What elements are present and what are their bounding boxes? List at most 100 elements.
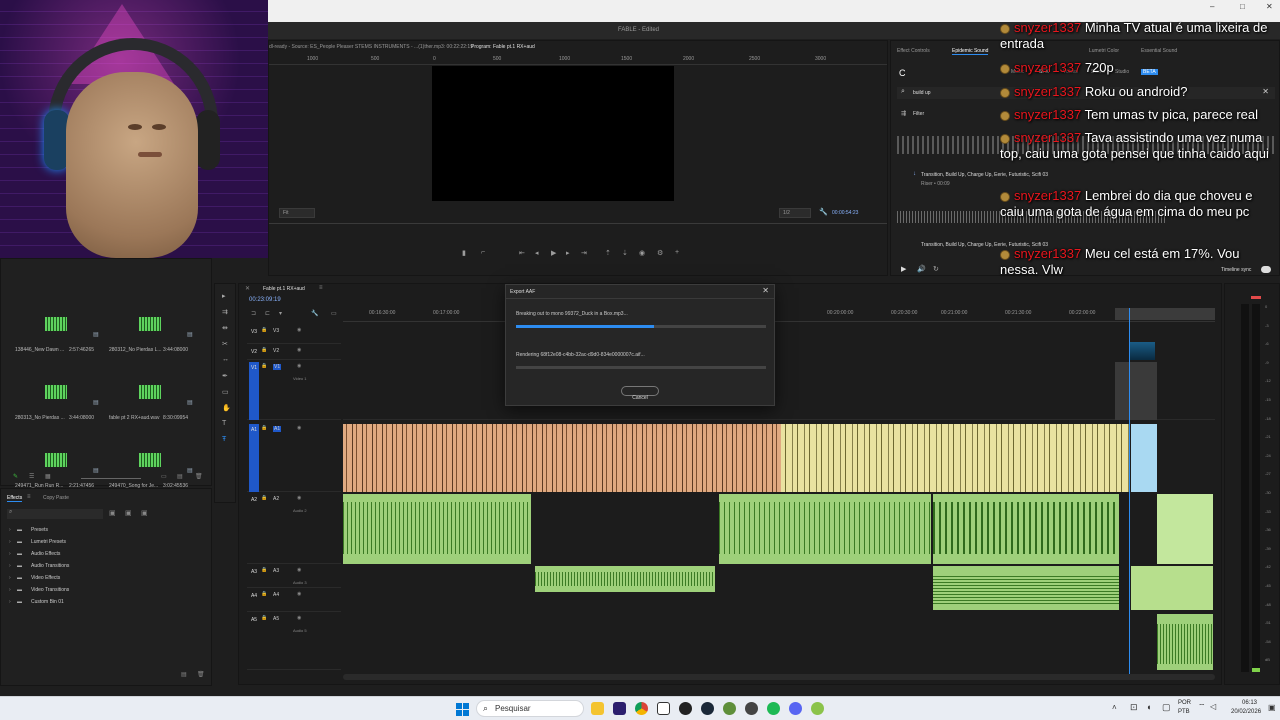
effects-folder[interactable]: › ▬ Custom Bin 01 <box>9 599 189 609</box>
clip-video-thumb[interactable] <box>1129 342 1155 360</box>
file-explorer-icon[interactable] <box>591 702 604 715</box>
track-header[interactable]: A4 A4 🔒 ◉ <box>247 590 341 612</box>
pen-tool-icon[interactable]: ✒ <box>222 372 228 380</box>
new-item-icon[interactable]: ▭ <box>161 473 167 480</box>
bin-item[interactable]: 280313_No Pierdas ... 3:44:08000 ▤ <box>15 371 107 431</box>
program-tab[interactable]: Program: Fable pt.1 RX+aud <box>471 44 535 50</box>
discord-icon[interactable] <box>789 702 802 715</box>
razor-icon[interactable]: ✂ <box>222 340 228 348</box>
eye-icon[interactable]: ◉ <box>297 425 301 431</box>
eye-icon[interactable]: ◉ <box>297 567 301 573</box>
eye-icon[interactable]: ◉ <box>297 495 301 501</box>
track-header[interactable]: A3 A3 🔒 Audio 3 ◉ <box>247 566 341 588</box>
maximize-icon[interactable]: □ <box>1240 2 1245 11</box>
track-target[interactable]: V3 <box>249 326 259 338</box>
quality-select[interactable]: 1/2 <box>779 208 811 218</box>
pencil-icon[interactable]: ✎ <box>13 473 18 480</box>
folder-icon[interactable]: ▤ <box>177 473 183 480</box>
new-bin-icon[interactable]: ▣ <box>109 509 116 517</box>
close-sequence-icon[interactable]: ✕ <box>245 285 250 292</box>
settings-icon[interactable]: ⚙ <box>657 249 663 257</box>
lock-icon[interactable]: 🔒 <box>261 615 267 621</box>
lock-icon[interactable]: 🔒 <box>261 495 267 501</box>
marker-icon[interactable]: ▾ <box>279 310 282 317</box>
timeline-scrollbar[interactable] <box>343 674 1215 680</box>
clip-a3-green[interactable] <box>1131 566 1213 610</box>
track-target[interactable]: V1 <box>249 362 259 420</box>
selection-tool-icon[interactable]: ▸ <box>222 292 226 300</box>
go-to-out-icon[interactable]: ⇥ <box>581 249 587 257</box>
close-icon[interactable]: ✕ <box>1266 2 1273 11</box>
effects-folder[interactable]: › ▬ Audio Transitions <box>9 563 189 573</box>
close-icon[interactable]: ✕ <box>762 286 769 295</box>
clip-a1-yellow[interactable] <box>781 424 1129 492</box>
volume-icon[interactable]: ◖ <box>1146 702 1151 712</box>
start-button[interactable] <box>456 703 469 716</box>
track-header[interactable]: A5 A5 🔒 Audio 5 ◉ <box>247 614 341 670</box>
add-icon[interactable]: + <box>675 249 679 256</box>
app-icon[interactable] <box>723 702 736 715</box>
mark-in-icon[interactable]: ▮ <box>462 249 466 257</box>
extract-icon[interactable]: ⇣ <box>622 249 628 257</box>
notion-icon[interactable] <box>657 702 670 715</box>
clip-a1-orange[interactable] <box>343 424 781 492</box>
search-box[interactable]: ⌕ Pesquisar <box>476 700 584 717</box>
timeline-ruler[interactable]: 00:16:30:00 00:17:00:00 00:20:00:00 00:20:3… <box>343 308 1215 322</box>
filter-icon[interactable]: ⇶ <box>901 110 906 117</box>
track-header[interactable]: V3 V3 🔒 ◉ <box>247 326 341 344</box>
lock-icon[interactable]: 🔒 <box>261 363 267 369</box>
eye-icon[interactable]: ◉ <box>297 347 301 353</box>
clip-video-gray[interactable] <box>1115 362 1157 420</box>
caption-tool-icon[interactable]: Ŧ <box>222 436 226 443</box>
go-to-in-icon[interactable]: ⇤ <box>519 249 525 257</box>
track-header[interactable]: V2 V2 🔒 ◉ <box>247 346 341 360</box>
premiere-icon[interactable] <box>613 702 626 715</box>
bin-item[interactable]: fable pt 2 RX+aud.wav 8:30:09954 ▤ <box>109 371 201 431</box>
menu-icon[interactable]: ≡ <box>319 285 323 291</box>
obs-icon[interactable] <box>679 702 692 715</box>
tab-epidemic-sound[interactable]: Epidemic Sound <box>952 48 989 55</box>
chevron-up-icon[interactable]: ˄ <box>1112 703 1117 712</box>
wrench-icon[interactable]: 🔧 <box>819 208 828 216</box>
snap-icon[interactable]: ⊐ <box>251 310 256 317</box>
minimize-icon[interactable]: – <box>1210 2 1214 11</box>
steam-icon[interactable] <box>701 702 714 715</box>
icon-view-icon[interactable]: ▦ <box>45 473 51 480</box>
effects-folder[interactable]: › ▬ Audio Effects <box>9 551 189 561</box>
step-back-icon[interactable]: ◂ <box>535 249 539 257</box>
captions-icon[interactable]: ▭ <box>331 310 337 317</box>
step-forward-icon[interactable]: ▸ <box>566 249 570 257</box>
tab-effect-controls[interactable]: Effect Controls <box>897 48 930 54</box>
spotify-icon[interactable] <box>767 702 780 715</box>
track-target[interactable]: A3 <box>249 566 259 578</box>
lock-icon[interactable]: 🔒 <box>261 327 267 333</box>
app-icon[interactable] <box>811 702 824 715</box>
track-header[interactable]: V1 V1 🔒 Video 1 ◉ <box>247 362 341 420</box>
volume-icon[interactable]: 🔊 <box>917 265 926 273</box>
mark-out-icon[interactable]: ⌐ <box>481 249 485 256</box>
app-icon[interactable] <box>745 702 758 715</box>
menu-icon[interactable]: ≡ <box>27 494 31 500</box>
track-header[interactable]: A1 A1 🔒 ◉ <box>247 424 341 492</box>
bin-item[interactable]: 280312_No Pierdas L... 3:44:08000 ▤ <box>109 303 201 363</box>
play-icon[interactable]: ▶ <box>901 265 906 273</box>
track-target[interactable]: A2 <box>249 494 259 506</box>
tray-icon[interactable]: ▢ <box>1162 702 1171 713</box>
clip-a1-blue[interactable] <box>1131 424 1157 492</box>
tab-effects[interactable]: Effects <box>7 495 23 502</box>
track-target[interactable]: A5 <box>249 614 259 626</box>
playhead-scrubber[interactable] <box>269 223 887 229</box>
trash-icon[interactable]: 🗑 <box>197 671 205 678</box>
track-target[interactable]: A4 <box>249 590 259 602</box>
tab-copy-paste[interactable]: Copy Paste <box>43 495 69 501</box>
source-tab[interactable]: dl-ready - Source: ES_People Pleaser STE… <box>269 44 473 50</box>
new-bin-icon[interactable]: ▣ <box>125 509 132 517</box>
effects-search-input[interactable]: ⌕ <box>7 509 103 519</box>
clip-a2-green[interactable] <box>1157 494 1213 564</box>
speaker-icon[interactable]: ◁ <box>1210 702 1216 711</box>
lock-icon[interactable]: 🔒 <box>261 425 267 431</box>
lock-icon[interactable]: 🔒 <box>261 347 267 353</box>
playhead-line[interactable] <box>1129 308 1130 674</box>
new-folder-icon[interactable]: ▤ <box>181 671 187 678</box>
language-top[interactable]: POR <box>1178 700 1191 706</box>
